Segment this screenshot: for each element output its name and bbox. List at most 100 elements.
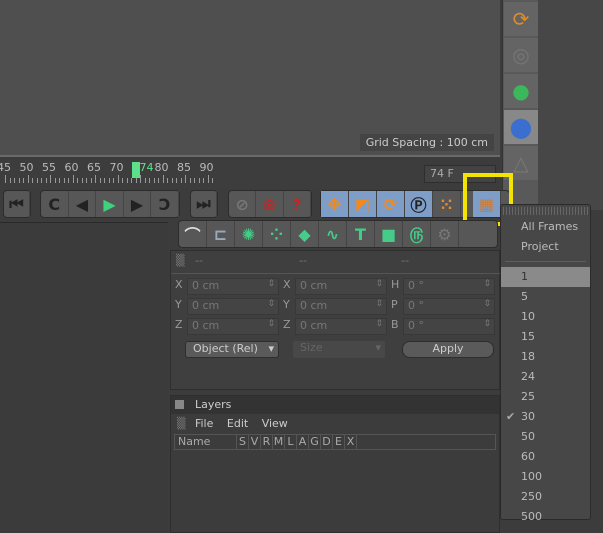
tracer-icon[interactable]: ∿ <box>319 221 347 247</box>
coord-field[interactable]: 0 cm <box>187 278 279 295</box>
drop-to-floor-icon[interactable]: ⬤ <box>504 110 538 144</box>
move-key-icon[interactable]: ✥ <box>321 191 349 217</box>
menu-file[interactable]: File <box>195 417 213 430</box>
axis-label: B <box>391 318 399 331</box>
coord-field[interactable]: 0 ° <box>403 318 495 335</box>
column-header[interactable]: D <box>321 435 333 449</box>
tick <box>153 178 155 183</box>
tick <box>162 175 164 183</box>
menu-item[interactable]: Project <box>501 237 590 257</box>
fps-option[interactable]: 60 <box>501 447 590 467</box>
coord-field[interactable]: 0 cm <box>187 318 279 335</box>
fps-option[interactable]: 10 <box>501 307 590 327</box>
mograph-icon[interactable]: ✺ <box>235 221 263 247</box>
play-button[interactable]: ▶ <box>96 191 124 217</box>
size-mode-select[interactable]: Size ▾ <box>293 341 385 358</box>
fps-option[interactable]: 25 <box>501 387 590 407</box>
coord-field[interactable]: 0 ° <box>403 278 495 295</box>
fps-option[interactable]: 18 <box>501 347 590 367</box>
coord-field[interactable]: 0 cm <box>187 298 279 315</box>
tick <box>149 178 150 183</box>
go-to-end-group: ⏭ <box>190 190 218 218</box>
column-header[interactable]: G <box>309 435 321 449</box>
coordinates-panel: ▒ -- -- -- X0 cmX0 cmH0 °Y0 cmY0 cmP0 °Z… <box>170 250 501 390</box>
spline-icon[interactable]: ⌒ <box>179 221 207 247</box>
column-header[interactable]: R <box>261 435 273 449</box>
column-header[interactable]: E <box>333 435 345 449</box>
fps-option[interactable]: 15 <box>501 327 590 347</box>
object-toolbar: ⌒ ⊏ ✺ ⁘ ◆ ∿ T ■ ௫ ⚙ <box>178 220 498 248</box>
go-to-start-button[interactable]: ⏮ <box>4 191 30 217</box>
fps-option[interactable]: ✔ 30 <box>501 407 590 427</box>
keyframe-selection-icon[interactable]: ? <box>284 191 311 217</box>
tick <box>212 178 213 183</box>
fracture-icon[interactable]: ◆ <box>291 221 319 247</box>
grid-spacing-label: Grid Spacing : 100 cm <box>359 134 494 151</box>
menu-edit[interactable]: Edit <box>227 417 248 430</box>
parameter-key-icon[interactable]: Ⓟ <box>405 191 433 217</box>
sky-icon[interactable]: ◎ <box>504 38 538 72</box>
fps-label: 15 <box>521 330 535 343</box>
spline-mask-icon[interactable]: ■ <box>375 221 403 247</box>
timeline-cursor[interactable] <box>131 162 140 178</box>
column-header[interactable]: L <box>285 435 297 449</box>
next-key-button[interactable]: Ɔ <box>151 191 179 217</box>
column-header[interactable]: M <box>273 435 285 449</box>
previous-frame-button[interactable]: ◀ <box>69 191 97 217</box>
tick-label: 65 <box>87 161 101 174</box>
previous-key-button[interactable]: C <box>41 191 69 217</box>
tick-label: 50 <box>19 161 34 174</box>
column-header[interactable]: S <box>237 435 249 449</box>
menu-view[interactable]: View <box>262 417 288 430</box>
point-level-icon[interactable]: ⁙ <box>433 191 461 217</box>
tick <box>77 178 78 183</box>
fps-option[interactable]: 5 <box>501 287 590 307</box>
layers-title: Layers <box>195 398 232 411</box>
column-header[interactable]: X <box>345 435 357 449</box>
coordinate-mode-select[interactable]: Object (Rel) ▾ <box>185 341 279 358</box>
menu-item[interactable]: All Frames <box>501 217 590 237</box>
record-icon[interactable]: ⊘ <box>229 191 257 217</box>
text-icon[interactable]: T <box>347 221 375 247</box>
tick <box>203 178 204 183</box>
fps-option[interactable]: 24 <box>501 367 590 387</box>
column-header[interactable]: A <box>297 435 309 449</box>
fps-option[interactable]: 50 <box>501 427 590 447</box>
fps-option[interactable]: 500 <box>501 507 590 527</box>
next-frame-button[interactable]: ▶ <box>124 191 152 217</box>
tick <box>117 175 119 183</box>
tick-label: 45 <box>0 161 11 174</box>
column-header[interactable]: V <box>249 435 261 449</box>
coord-field[interactable]: 0 cm <box>295 318 387 335</box>
apply-button[interactable]: Apply <box>402 341 494 358</box>
go-to-end-button[interactable]: ⏭ <box>191 191 217 217</box>
coord-field[interactable]: 0 cm <box>295 298 387 315</box>
cloner-icon[interactable]: ⁘ <box>263 221 291 247</box>
environment-icon[interactable]: ● <box>504 74 538 108</box>
inactive-icon[interactable]: ⚙ <box>431 221 459 247</box>
tick <box>14 178 15 183</box>
tick <box>23 178 24 183</box>
column-header[interactable]: Name <box>175 435 237 449</box>
tick <box>122 178 123 183</box>
rotate-key-icon[interactable]: ⟳ <box>377 191 405 217</box>
scale-key-icon[interactable]: ◩ <box>349 191 377 217</box>
tick <box>108 178 110 183</box>
hierarchy-icon[interactable]: ⊏ <box>207 221 235 247</box>
coord-field[interactable]: 0 cm <box>295 278 387 295</box>
timeline-ruler[interactable]: 45 50 55 60 65 70 74 80 85 90 <box>0 159 420 189</box>
fps-option[interactable]: 1 <box>501 267 590 287</box>
tick <box>104 178 105 183</box>
effector-icon[interactable]: ௫ <box>403 221 431 247</box>
side-panel <box>538 0 603 210</box>
tick <box>113 178 114 183</box>
tick <box>90 178 92 183</box>
coord-field[interactable]: 0 ° <box>403 298 495 315</box>
viewport[interactable]: Grid Spacing : 100 cm <box>0 0 500 157</box>
fps-label: 100 <box>521 470 542 483</box>
playback-group: C ◀ ▶ ▶ Ɔ <box>40 190 180 218</box>
autokey-icon[interactable]: ⊙ <box>256 191 284 217</box>
fps-option[interactable]: 100 <box>501 467 590 487</box>
floor-icon[interactable]: ⟳ <box>504 2 538 36</box>
fps-option[interactable]: 250 <box>501 487 590 507</box>
